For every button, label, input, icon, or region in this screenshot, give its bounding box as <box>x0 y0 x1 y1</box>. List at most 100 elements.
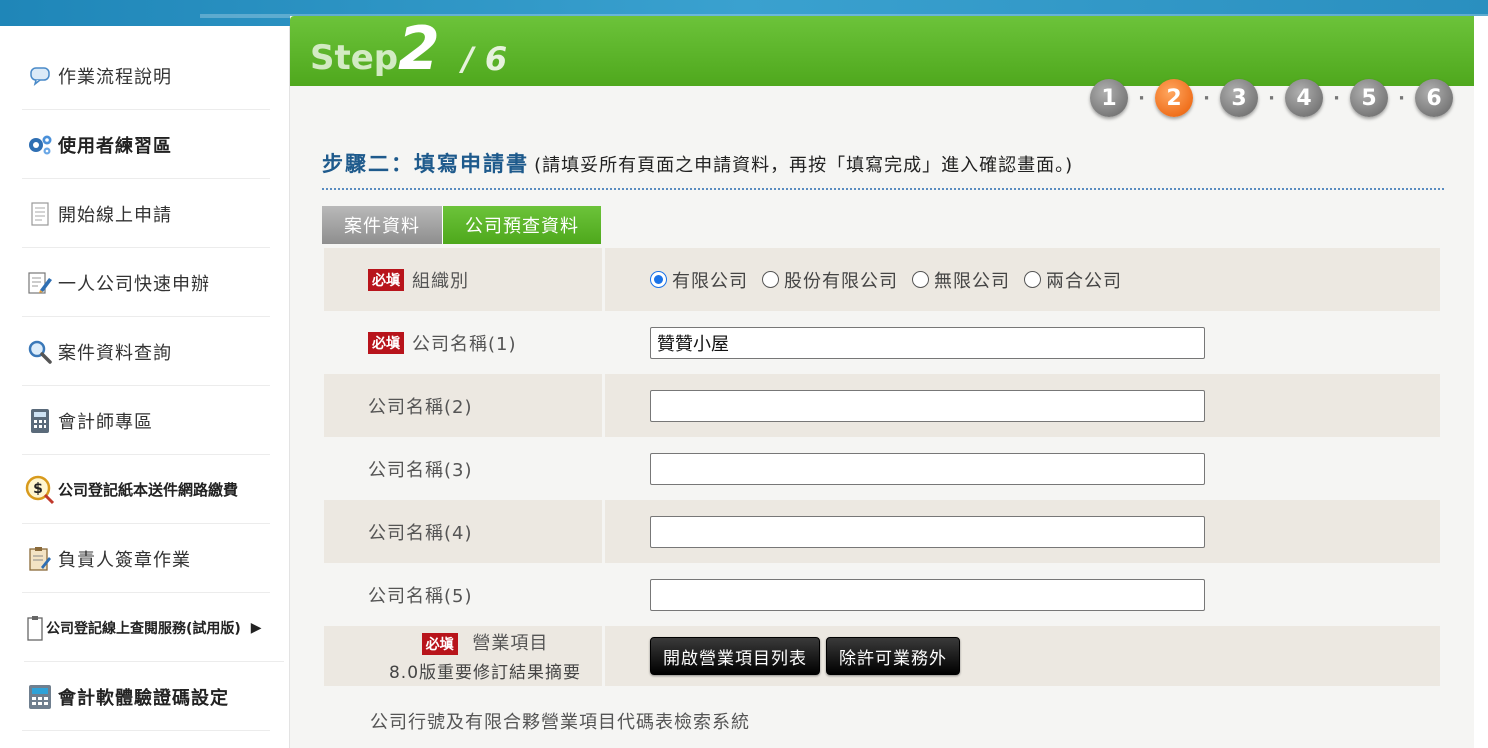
step-current: 2 <box>398 14 440 84</box>
radio-corporation[interactable]: 股份有限公司 <box>762 267 898 293</box>
main-panel: Step 2 / 6 1 · 2 · 3 · 4 · 5 · 6 步驟二：填寫申… <box>290 14 1474 748</box>
form-row-org-type: 必塡 組織別 有限公司 股份有限公司 無限公司 兩合公司 <box>324 248 1440 311</box>
company-name-2-label: 公司名稱(2) <box>368 396 473 418</box>
form-row-business-items: 必塡 營業項目 8.0版重要修訂結果摘要 開啟營業項目列表 除許可業務外 <box>324 626 1440 686</box>
field-label-cell: 公司名稱(2) <box>324 374 602 437</box>
required-badge: 必塡 <box>421 633 458 655</box>
sidebar-item-case-query[interactable]: 案件資料查詢 <box>22 318 270 386</box>
step-dot-4: 4 <box>1285 79 1323 117</box>
business-label-line: 必塡 營業項目 <box>421 629 549 655</box>
step-pager: 1 · 2 · 3 · 4 · 5 · 6 <box>1090 78 1453 118</box>
business-code-search-link[interactable]: 公司行號及有限合夥營業項目代碼表檢索系統 <box>370 708 750 734</box>
step-dot-3: 3 <box>1220 79 1258 117</box>
sidebar-item-start-apply[interactable]: 開始線上申請 <box>22 180 270 248</box>
gears-icon <box>22 127 58 163</box>
page-title-main: 步驟二：填寫申請書 <box>322 152 529 176</box>
sidebar-item-workflow[interactable]: 作業流程說明 <box>22 42 270 110</box>
chat-bubble-icon <box>22 58 58 94</box>
expand-arrow-icon: ▶ <box>250 619 262 636</box>
exclude-permitted-business-button[interactable]: 除許可業務外 <box>826 637 960 675</box>
accounting-software-icon <box>22 679 58 715</box>
radio-button[interactable] <box>762 271 779 288</box>
sidebar-item-label: 公司登記線上查閱服務(試用版) <box>46 620 241 637</box>
step-separator: · <box>1398 87 1405 109</box>
tab-company-precheck[interactable]: 公司預查資料 <box>443 206 601 244</box>
field-label-cell: 必塡 公司名稱(1) <box>324 311 602 374</box>
sidebar-item-accountant[interactable]: 會計師專區 <box>22 387 270 455</box>
radio-label: 兩合公司 <box>1046 270 1122 292</box>
step-dot-2: 2 <box>1155 79 1193 117</box>
radio-label: 股份有限公司 <box>784 270 898 292</box>
radio-unlimited-company[interactable]: 無限公司 <box>912 267 1010 293</box>
field-label-cell: 公司名稱(4) <box>324 500 602 563</box>
field-input-cell <box>605 374 1440 437</box>
clipboard-icon <box>24 610 46 646</box>
company-name-5-label: 公司名稱(5) <box>368 585 473 607</box>
magnifier-icon <box>22 334 58 370</box>
sidebar-item-label: 案件資料查詢 <box>58 342 172 364</box>
sidebar-menu: 作業流程說明 使用者練習區 開始線上申請 一人公司快速申辦 案件資料查詢 會計師… <box>0 26 290 748</box>
calculator-icon <box>22 403 58 439</box>
page-title-subtitle: (請填妥所有頁面之申請資料，再按「填寫完成」進入確認畫面。) <box>534 155 1074 176</box>
business-revision-note-link[interactable]: 8.0版重要修訂結果摘要 <box>389 658 581 683</box>
radio-button-selected[interactable] <box>650 271 667 288</box>
step-word: Step <box>310 38 399 78</box>
sidebar-item-software-verify[interactable]: 會計軟體驗證碼設定 <box>22 663 270 731</box>
sidebar-item-label: 負責人簽章作業 <box>58 549 191 571</box>
field-label-cell: 必塡 營業項目 8.0版重要修訂結果摘要 <box>324 626 602 686</box>
radio-label: 有限公司 <box>672 270 748 292</box>
company-name-4-input[interactable] <box>650 515 1205 548</box>
step-separator: · <box>1268 87 1275 109</box>
open-business-list-button[interactable]: 開啟營業項目列表 <box>650 637 820 675</box>
business-buttons: 開啟營業項目列表 除許可業務外 <box>605 626 1440 686</box>
tab-case-data[interactable]: 案件資料 <box>322 206 443 244</box>
org-type-label: 組織別 <box>412 270 469 292</box>
dollar-payment-icon: $ <box>22 472 58 508</box>
sidebar-item-label: 開始線上申請 <box>58 204 172 226</box>
company-name-4-label: 公司名稱(4) <box>368 522 473 544</box>
company-name-1-label: 公司名稱(1) <box>412 333 517 355</box>
company-name-3-label: 公司名稱(3) <box>368 459 473 481</box>
radio-limited-company[interactable]: 有限公司 <box>650 267 748 293</box>
radio-button[interactable] <box>1024 271 1041 288</box>
step-separator: · <box>1138 87 1145 109</box>
sidebar-item-paper-payment[interactable]: $ 公司登記紙本送件網路繳費 <box>22 456 270 524</box>
company-name-3-input[interactable] <box>650 452 1205 485</box>
sidebar-item-label: 公司登記紙本送件網路繳費 <box>58 481 239 499</box>
sidebar-item-label: 使用者練習區 <box>58 135 172 157</box>
sidebar-item-label: 作業流程說明 <box>58 66 172 88</box>
title-divider <box>322 188 1444 190</box>
field-label-cell: 公司名稱(3) <box>324 437 602 500</box>
step-dot-1: 1 <box>1090 79 1128 117</box>
step-dot-5: 5 <box>1350 79 1388 117</box>
edit-document-icon <box>22 265 58 301</box>
business-items-label: 營業項目 <box>472 633 549 654</box>
sidebar-item-label: 會計師專區 <box>58 411 153 433</box>
right-edge <box>1474 16 1488 748</box>
company-name-2-input[interactable] <box>650 389 1205 422</box>
radio-button[interactable] <box>912 271 929 288</box>
field-input-cell <box>605 500 1440 563</box>
step-separator: · <box>1203 87 1210 109</box>
company-name-1-input[interactable] <box>650 326 1205 359</box>
field-input-cell <box>605 437 1440 500</box>
sidebar-item-practice[interactable]: 使用者練習區 <box>22 111 270 179</box>
form-row-company-name-4: 公司名稱(4) <box>324 500 1440 563</box>
clipboard-sign-icon <box>22 541 58 577</box>
company-name-5-input[interactable] <box>650 578 1205 611</box>
sidebar-item-label: 一人公司快速申辦 <box>58 273 210 295</box>
form-tabs: 案件資料 公司預查資料 <box>322 206 601 244</box>
radio-mixed-company[interactable]: 兩合公司 <box>1024 267 1122 293</box>
step-total: / 6 <box>462 40 508 78</box>
document-icon <box>22 196 58 232</box>
field-label-cell: 必塡 組織別 <box>324 248 602 311</box>
page-title: 步驟二：填寫申請書 (請填妥所有頁面之申請資料，再按「填寫完成」進入確認畫面。) <box>322 148 1073 178</box>
required-badge: 必塡 <box>368 268 404 291</box>
sidebar-item-online-lookup[interactable]: 公司登記線上查閱服務(試用版) ▶ <box>24 594 284 662</box>
svg-text:$: $ <box>33 481 43 497</box>
sidebar-item-one-person-company[interactable]: 一人公司快速申辦 <box>22 249 270 317</box>
field-input-cell <box>605 311 1440 374</box>
application-form: 必塡 組織別 有限公司 股份有限公司 無限公司 兩合公司 必塡 公司名稱(1) … <box>324 248 1440 686</box>
form-row-company-name-2: 公司名稱(2) <box>324 374 1440 437</box>
sidebar-item-sign[interactable]: 負責人簽章作業 <box>22 525 270 593</box>
